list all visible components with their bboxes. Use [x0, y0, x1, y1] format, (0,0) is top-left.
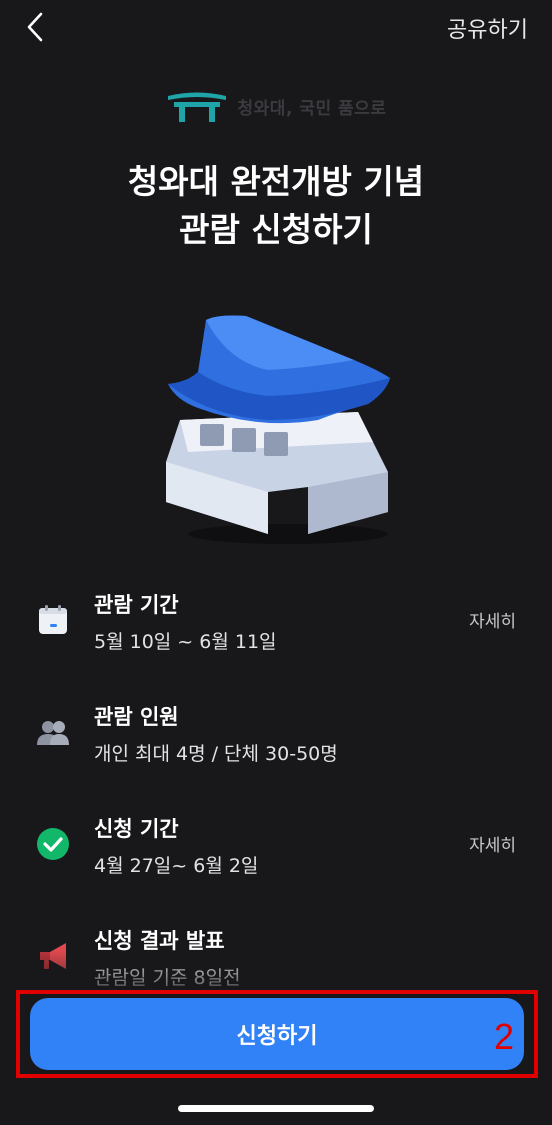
home-indicator[interactable] [178, 1105, 374, 1112]
title-line-2: 관람 신청하기 [179, 210, 373, 249]
info-title: 관람 인원 [94, 705, 179, 729]
list-item-visit-period: 관람 기간 5월 10일 ~ 6월 11일 자세히 [0, 585, 552, 665]
info-subtitle: 개인 최대 4명 / 단체 30-50명 [94, 743, 338, 765]
detail-link-application-period[interactable]: 자세히 [469, 831, 516, 856]
highlight-box: 신청하기 2 [16, 990, 538, 1078]
calendar-icon [39, 605, 67, 634]
megaphone-icon [40, 943, 66, 969]
chevron-left-icon[interactable] [22, 10, 50, 44]
page-title: 청와대 완전개방 기념 관람 신청하기 [0, 158, 552, 254]
check-circle-icon [37, 828, 69, 860]
info-subtitle: 5월 10일 ~ 6월 11일 [94, 631, 277, 653]
info-subtitle: 관람일 기준 8일전 [94, 967, 241, 989]
brand-logo: 청와대, 국민 품으로 [0, 86, 552, 126]
list-item-result-announcement: 신청 결과 발표 관람일 기준 8일전 [0, 921, 552, 1001]
annotation-marker: 2 [493, 1016, 514, 1057]
info-title: 신청 결과 발표 [94, 929, 225, 953]
title-line-1: 청와대 완전개방 기념 [127, 162, 425, 201]
brand-text: 청와대, 국민 품으로 [237, 98, 387, 119]
detail-link-visit-period[interactable]: 자세히 [469, 607, 516, 632]
top-bar: 공유하기 [0, 0, 552, 56]
list-item-application-period: 신청 기간 4월 27일~ 6월 2일 자세히 [0, 809, 552, 889]
gate-roof-icon [167, 92, 226, 122]
people-icon [37, 721, 69, 745]
blue-house-icon [166, 315, 390, 544]
info-title: 관람 기간 [94, 593, 179, 617]
share-button[interactable]: 공유하기 [447, 12, 528, 44]
list-item-visitors: 관람 인원 개인 최대 4명 / 단체 30-50명 [0, 697, 552, 777]
info-title: 신청 기간 [94, 817, 179, 841]
info-subtitle: 4월 27일~ 6월 2일 [94, 855, 259, 877]
apply-button[interactable]: 신청하기 [30, 998, 524, 1070]
